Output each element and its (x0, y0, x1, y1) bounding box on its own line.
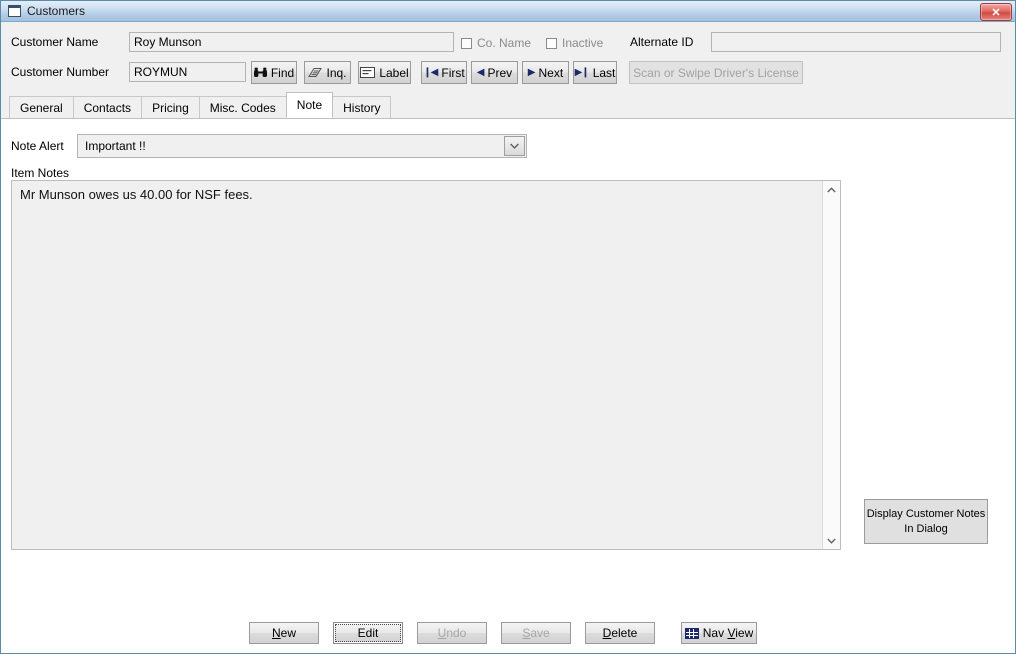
tab-pricing[interactable]: Pricing (141, 96, 200, 118)
scroll-down-icon[interactable] (823, 532, 840, 549)
customer-number-input[interactable] (129, 62, 246, 82)
inquiry-icon (308, 67, 323, 79)
customer-name-input[interactable] (129, 32, 454, 52)
label-button[interactable]: Label (358, 61, 411, 84)
delete-button-rest: elete (611, 626, 638, 640)
find-button-label: Find (270, 65, 295, 80)
tab-contacts[interactable]: Contacts (72, 96, 143, 118)
item-notes-value: Mr Munson owes us 40.00 for NSF fees. (20, 187, 253, 202)
tab-misc-codes[interactable]: Misc. Codes (198, 96, 287, 118)
chevron-down-icon[interactable] (504, 136, 525, 156)
item-notes-textarea[interactable]: Mr Munson owes us 40.00 for NSF fees. (11, 180, 841, 550)
note-tab-panel: Note Alert Important !! Item Notes Mr Mu… (1, 118, 1015, 653)
inquiry-button-label: Inq. (326, 65, 347, 80)
first-record-button[interactable]: ❙◀ First (421, 61, 467, 84)
new-button[interactable]: New (249, 622, 319, 644)
label-card-icon (360, 67, 376, 78)
nav-view-button[interactable]: Nav View (681, 622, 757, 644)
co-name-checkbox[interactable] (461, 37, 472, 49)
label-button-label: Label (379, 65, 409, 80)
undo-button: Undo (417, 622, 487, 644)
display-notes-line1: Display Customer Notes (866, 507, 986, 520)
alternate-id-label: Alternate ID (630, 35, 694, 49)
inactive-label: Inactive (562, 36, 604, 50)
note-alert-value: Important !! (85, 139, 146, 153)
next-icon: ▶ (527, 67, 536, 78)
edit-button-label: Edit (357, 626, 379, 640)
item-notes-label: Item Notes (11, 166, 70, 180)
tab-general[interactable]: General (9, 96, 74, 118)
inactive-checkbox[interactable] (546, 37, 557, 49)
tab-note[interactable]: Note (285, 92, 334, 118)
next-button-label: Next (538, 65, 564, 80)
prev-icon: ◀ (476, 67, 485, 78)
prev-button-label: Prev (487, 65, 513, 80)
tab-strip: General Contacts Pricing Misc. Codes Not… (1, 92, 1015, 118)
first-button-label: First (441, 65, 465, 80)
co-name-label: Co. Name (477, 36, 532, 50)
customer-number-label: Customer Number (11, 65, 110, 79)
customer-header: Customer Name Co. Name Inactive Alternat… (1, 22, 1015, 94)
last-button-label: Last (592, 65, 616, 80)
scan-license-button: Scan or Swipe Driver's License (629, 61, 803, 84)
customers-window: Customers ✕ Customer Name Co. Name Inact… (0, 0, 1016, 654)
edit-button[interactable]: Edit (333, 622, 403, 644)
next-record-button[interactable]: ▶ Next (522, 61, 569, 84)
display-notes-line2: In Dialog (904, 522, 948, 535)
undo-button-rest: ndo (446, 626, 467, 640)
customer-name-label: Customer Name (11, 35, 99, 49)
window-title: Customers (27, 4, 86, 18)
scan-license-label: Scan or Swipe Driver's License (633, 65, 799, 80)
scroll-up-icon[interactable] (823, 181, 840, 198)
window-icon (8, 5, 21, 17)
delete-button[interactable]: Delete (585, 622, 655, 644)
record-action-bar: New Edit Undo Save Delete Nav View (1, 613, 1015, 653)
display-customer-notes-button[interactable]: Display Customer Notes In Dialog (864, 499, 988, 544)
close-icon[interactable]: ✕ (980, 3, 1012, 21)
last-record-button[interactable]: ▶❙ Last (573, 61, 617, 84)
save-button: Save (501, 622, 571, 644)
find-button[interactable]: Find (251, 61, 297, 84)
title-bar: Customers ✕ (1, 1, 1015, 22)
inquiry-button[interactable]: Inq. (304, 61, 351, 84)
binoculars-icon (253, 67, 267, 78)
grid-icon (684, 627, 699, 639)
prev-record-button[interactable]: ◀ Prev (471, 61, 518, 84)
notes-scrollbar[interactable] (822, 181, 840, 549)
new-button-rest: ew (280, 626, 296, 640)
tab-history[interactable]: History (332, 96, 392, 118)
save-button-rest: ave (530, 626, 550, 640)
note-alert-label: Note Alert (11, 139, 64, 153)
note-alert-select[interactable]: Important !! (77, 134, 527, 158)
first-icon: ❙◀ (423, 67, 438, 78)
alternate-id-input[interactable] (711, 32, 1001, 52)
last-icon: ▶❙ (574, 67, 590, 78)
